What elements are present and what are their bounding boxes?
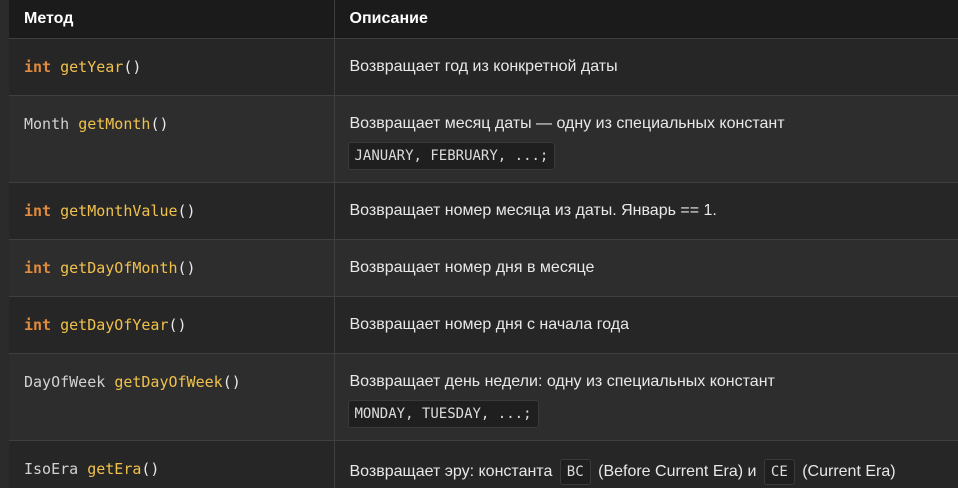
description-cell: Возвращает месяц даты — одну из специаль…	[334, 95, 958, 183]
method-cell: int getYear()	[9, 38, 335, 96]
method-name: getDayOfWeek	[114, 373, 223, 391]
header-description: Описание	[334, 0, 958, 39]
method-name: getDayOfMonth	[60, 259, 178, 277]
table-row: int getDayOfYear() Возвращает номер дня …	[9, 296, 958, 354]
methods-table: Метод Описание int getYear() Возвращает …	[9, 0, 958, 488]
return-type-keyword: int	[24, 58, 52, 76]
code-snippet: CE	[763, 459, 795, 485]
table-row: IsoEra getEra() Возвращает эру: констант…	[9, 440, 958, 488]
description-text: Возвращает день недели: одну из специаль…	[349, 373, 775, 390]
description-text: Возвращает эру: константа	[349, 463, 553, 480]
table-row: Month getMonth() Возвращает месяц даты —…	[9, 95, 958, 183]
description-cell: Возвращает номер дня в месяце	[334, 239, 958, 297]
method-parens: ()	[222, 373, 241, 391]
method-cell: IsoEra getEra()	[9, 440, 335, 488]
method-parens: ()	[177, 259, 196, 277]
method-cell: int getDayOfYear()	[9, 296, 335, 354]
description-text: (Before Current Era) и	[598, 463, 757, 480]
description-text: Возвращает номер месяца из даты. Январь …	[349, 202, 717, 219]
description-text: Возвращает месяц даты — одну из специаль…	[349, 115, 785, 132]
method-parens: ()	[168, 316, 187, 334]
method-name: getDayOfYear	[60, 316, 169, 334]
description-text: Возвращает номер дня с начала года	[349, 316, 630, 333]
method-cell: int getDayOfMonth()	[9, 239, 335, 297]
left-gutter	[0, 0, 9, 488]
method-parens: ()	[150, 115, 169, 133]
return-type-keyword: int	[24, 202, 52, 220]
return-type-keyword: int	[24, 259, 52, 277]
return-type: Month	[24, 115, 70, 133]
table-row: int getYear() Возвращает год из конкретн…	[9, 38, 958, 96]
return-type-keyword: int	[24, 316, 52, 334]
method-cell: int getMonthValue()	[9, 182, 335, 240]
table-header-row: Метод Описание	[9, 0, 958, 39]
return-type: IsoEra	[24, 460, 79, 478]
method-parens: ()	[177, 202, 196, 220]
method-name: getMonth	[78, 115, 151, 133]
code-snippet: MONDAY, TUESDAY, ...;	[347, 400, 539, 428]
description-text: Возвращает номер дня в месяце	[349, 259, 595, 276]
description-cell: Возвращает номер месяца из даты. Январь …	[334, 182, 958, 240]
table-row: DayOfWeek getDayOfWeek() Возвращает день…	[9, 353, 958, 441]
code-snippet: BC	[559, 459, 591, 485]
table-row: int getMonthValue() Возвращает номер мес…	[9, 182, 958, 240]
method-name: getYear	[60, 58, 124, 76]
method-name: getEra	[87, 460, 142, 478]
description-text: Возвращает год из конкретной даты	[349, 58, 618, 75]
description-cell: Возвращает день недели: одну из специаль…	[334, 353, 958, 441]
code-snippet: JANUARY, FEBRUARY, ...;	[347, 142, 556, 170]
method-parens: ()	[123, 58, 142, 76]
description-text: (Current Era)	[802, 463, 896, 480]
description-cell: Возвращает год из конкретной даты	[334, 38, 958, 96]
method-cell: Month getMonth()	[9, 95, 335, 183]
description-cell: Возвращает номер дня с начала года	[334, 296, 958, 354]
methods-table-view: Метод Описание int getYear() Возвращает …	[0, 0, 958, 488]
method-cell: DayOfWeek getDayOfWeek()	[9, 353, 335, 441]
method-parens: ()	[141, 460, 160, 478]
method-name: getMonthValue	[60, 202, 178, 220]
table-row: int getDayOfMonth() Возвращает номер дня…	[9, 239, 958, 297]
description-cell: Возвращает эру: константа BC (Before Cur…	[334, 440, 958, 488]
header-method: Метод	[9, 0, 335, 39]
return-type: DayOfWeek	[24, 373, 106, 391]
